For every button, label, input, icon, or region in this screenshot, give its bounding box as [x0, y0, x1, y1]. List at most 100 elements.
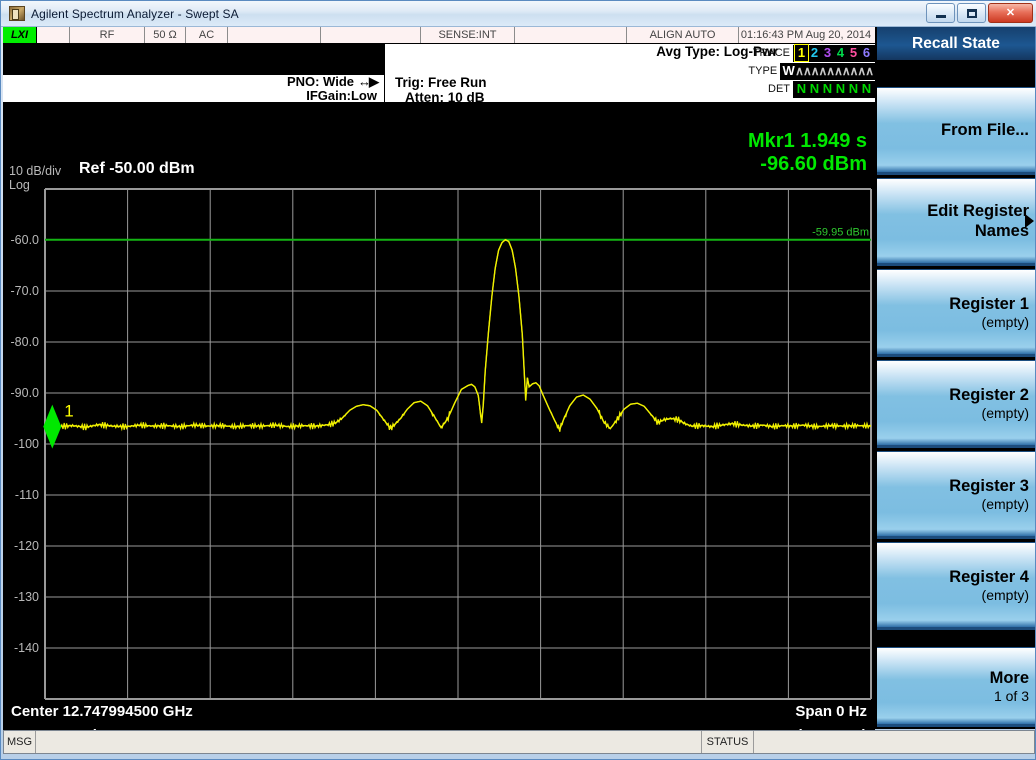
- svg-text:-110: -110: [15, 488, 39, 502]
- settings-divider: [384, 44, 385, 102]
- graticule: [45, 189, 871, 699]
- y-axis-labels: -60.0 -70.0 -80.0 -90.0 -100 -110 -120 -130 -140: [11, 233, 40, 655]
- detector-cell-6[interactable]: N: [860, 81, 873, 97]
- trace-plot-svg: -60.0 -70.0 -80.0 -90.0 -100 -110 -120 -130 -140…: [3, 102, 875, 703]
- svg-text:-70.0: -70.0: [11, 284, 40, 298]
- det-label: DET: [768, 83, 790, 95]
- annunciator-input[interactable]: RF: [70, 27, 145, 43]
- instrument-display: LXI RF 50 Ω AC SENSE:INT ALIGN AUTO 01:1…: [3, 27, 1035, 729]
- marker-1-number: 1: [64, 402, 73, 421]
- title-bar: Agilent Spectrum Analyzer - Swept SA ✕: [1, 1, 1036, 27]
- trace-cell-6[interactable]: 6: [860, 45, 873, 61]
- annunciator-blank-4: [515, 27, 627, 43]
- lxi-indicator: LXI: [3, 27, 37, 43]
- softkey-4-sublabel: (empty): [982, 405, 1029, 422]
- softkey-4[interactable]: Register 2(empty): [877, 360, 1035, 448]
- trace-cell-3[interactable]: 3: [821, 45, 834, 61]
- center-frequency-value[interactable]: Center 12.747994500 GHz: [11, 703, 193, 720]
- trace-row: TRACE 123456: [740, 44, 875, 62]
- status-label: STATUS: [702, 731, 754, 753]
- annunciator-impedance[interactable]: 50 Ω: [145, 27, 186, 43]
- msg-field: [36, 731, 702, 753]
- status-bar: MSG STATUS: [3, 730, 1035, 754]
- type-row: TYPE W∧∧∧∧∧∧∧∧∧∧: [740, 62, 875, 80]
- annunciator-datetime: 01:16:43 PM Aug 20, 2014: [739, 27, 875, 43]
- softkey-4-label: Register 2: [949, 385, 1029, 405]
- softkey-5[interactable]: Register 3(empty): [877, 451, 1035, 539]
- softkey-panel: Recall State From File... Edit RegisterNa…: [877, 27, 1035, 729]
- trace-graph-area[interactable]: Mkr1 1.949 s -96.60 dBm 10 dB/div Log Re…: [3, 102, 875, 703]
- trace-type-cells[interactable]: W∧∧∧∧∧∧∧∧∧∧: [780, 63, 875, 80]
- application-window: Agilent Spectrum Analyzer - Swept SA ✕ L…: [0, 0, 1036, 760]
- minimize-button[interactable]: [926, 3, 955, 23]
- trace-detector-cells[interactable]: NNNNNN: [793, 81, 875, 98]
- svg-text:-120: -120: [14, 539, 39, 553]
- pno-value[interactable]: PNO: Wide↔▶: [287, 75, 377, 89]
- detector-cell-1[interactable]: N: [795, 81, 808, 97]
- softkey-2-sublabel: Names: [975, 221, 1029, 241]
- softkey-3[interactable]: Register 1(empty): [877, 269, 1035, 357]
- softkey-1[interactable]: From File...: [877, 87, 1035, 175]
- annunciator-bar: LXI RF 50 Ω AC SENSE:INT ALIGN AUTO 01:1…: [3, 27, 875, 44]
- window-title: Agilent Spectrum Analyzer - Swept SA: [31, 7, 239, 21]
- type-label: TYPE: [748, 65, 777, 77]
- settings-blank-region: [3, 44, 384, 75]
- softkey-5-label: Register 3: [949, 476, 1029, 496]
- softkey-7-sublabel: 1 of 3: [994, 688, 1029, 705]
- softkey-3-label: Register 1: [949, 294, 1029, 314]
- trace-status-block: TRACE 123456 TYPE W∧∧∧∧∧∧∧∧∧∧ DET NNNNNN: [740, 44, 875, 102]
- trace-cell-5[interactable]: 5: [847, 45, 860, 61]
- svg-text:-140: -140: [14, 641, 39, 655]
- annunciator-align[interactable]: ALIGN AUTO: [627, 27, 739, 43]
- annunciator-coupling[interactable]: AC: [186, 27, 228, 43]
- softkey-2-label: Edit Register: [927, 201, 1029, 221]
- maximize-button[interactable]: [957, 3, 986, 23]
- detector-cell-2[interactable]: N: [808, 81, 821, 97]
- det-row: DET NNNNNN: [740, 80, 875, 98]
- annunciator-blank-2: [228, 27, 321, 43]
- trace-type-cell-1[interactable]: W: [782, 63, 795, 79]
- bandwidth-arrows-icon: ↔▶: [358, 75, 377, 89]
- trace-label: TRACE: [753, 47, 790, 59]
- msg-label: MSG: [4, 731, 36, 753]
- window-controls: ✕: [926, 3, 1033, 23]
- softkey-6-sublabel: (empty): [982, 587, 1029, 604]
- annunciator-blank-1: [37, 27, 70, 43]
- softkey-3-sublabel: (empty): [982, 314, 1029, 331]
- pno-ifgain-group: PNO: Wide↔▶ IFGain:Low: [287, 75, 377, 103]
- plot-canvas: -60.0 -70.0 -80.0 -90.0 -100 -110 -120 -130 -140…: [3, 102, 875, 703]
- softkey-7-label: More: [990, 668, 1029, 688]
- softkey-6-label: Register 4: [949, 567, 1029, 587]
- softkey-2[interactable]: Edit RegisterNames: [877, 178, 1035, 266]
- annunciator-blank-3: [321, 27, 421, 43]
- trigger-value[interactable]: Trig: Free Run: [395, 75, 487, 90]
- trace-cell-4[interactable]: 4: [834, 45, 847, 61]
- trace-number-cells[interactable]: 123456: [793, 45, 875, 62]
- status-field: [754, 731, 1034, 753]
- softkey-menu-title: Recall State: [877, 27, 1035, 62]
- ifgain-value[interactable]: IFGain:Low: [287, 89, 377, 103]
- detector-cell-3[interactable]: N: [821, 81, 834, 97]
- app-icon: [9, 6, 25, 21]
- svg-text:-130: -130: [14, 590, 39, 604]
- annunciator-sense[interactable]: SENSE:INT: [421, 27, 515, 43]
- display-line-label: -59.95 dBm: [812, 227, 869, 239]
- trace-cell-2[interactable]: 2: [808, 45, 821, 61]
- softkey-6[interactable]: Register 4(empty): [877, 542, 1035, 630]
- svg-text:-80.0: -80.0: [11, 335, 40, 349]
- softkey-5-sublabel: (empty): [982, 496, 1029, 513]
- detector-cell-4[interactable]: N: [834, 81, 847, 97]
- trace-cell-1[interactable]: 1: [795, 45, 808, 61]
- svg-text:-90.0: -90.0: [11, 386, 40, 400]
- close-button[interactable]: ✕: [988, 3, 1033, 23]
- svg-text:-100: -100: [14, 437, 39, 451]
- span-value[interactable]: Span 0 Hz: [795, 703, 867, 720]
- parameter-row-1: Center 12.747994500 GHz Span 0 Hz: [3, 703, 875, 727]
- trigger-atten-group: Trig: Free Run Atten: 10 dB: [395, 75, 487, 105]
- submenu-arrow-icon: [1025, 214, 1034, 228]
- detector-cell-5[interactable]: N: [847, 81, 860, 97]
- trace-type-waveform-icon: ∧∧∧∧∧∧∧∧∧∧: [795, 63, 873, 79]
- svg-text:-60.0: -60.0: [11, 233, 40, 247]
- softkey-1-label: From File...: [941, 120, 1029, 140]
- softkey-7[interactable]: More1 of 3: [877, 647, 1035, 727]
